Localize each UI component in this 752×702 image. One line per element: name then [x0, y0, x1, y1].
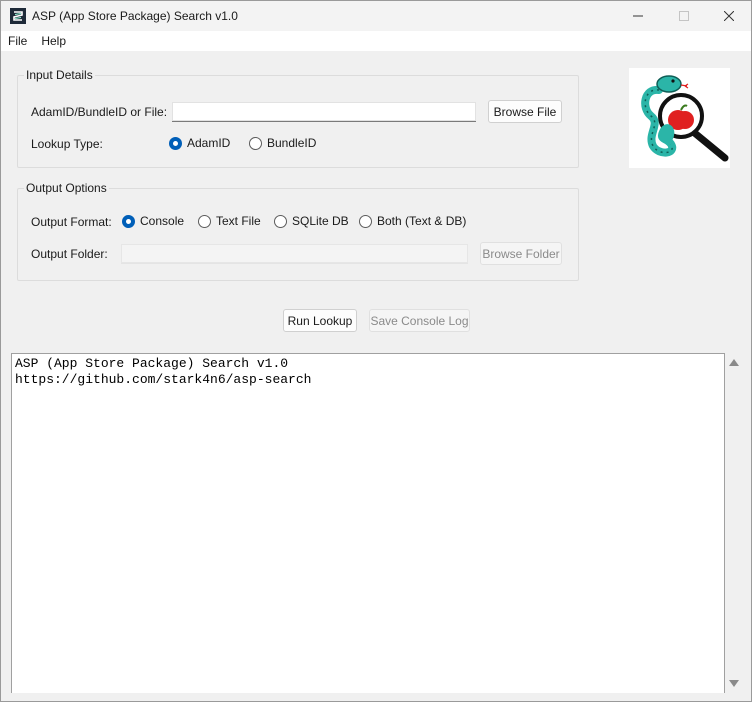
browse-file-button[interactable]: Browse File — [488, 100, 562, 123]
id-input[interactable] — [172, 102, 476, 122]
output-options-group: Output Options — [17, 181, 579, 281]
menu-file[interactable]: File — [1, 31, 34, 51]
radio-bundleid-label: BundleID — [267, 136, 317, 150]
radio-dot — [274, 214, 287, 228]
window-title: ASP (App Store Package) Search v1.0 — [32, 9, 238, 23]
output-folder-input[interactable] — [121, 244, 468, 264]
radio-dot — [249, 136, 262, 150]
lookup-type-label: Lookup Type: — [31, 137, 103, 151]
save-console-log-label: Save Console Log — [370, 313, 469, 328]
title-bar[interactable]: ASP (App Store Package) Search v1.0 — [1, 1, 751, 31]
radio-console-label: Console — [140, 214, 185, 228]
radio-adamid-label: AdamID — [187, 136, 231, 150]
scroll-up-arrow-icon[interactable] — [729, 357, 739, 367]
browse-folder-button[interactable]: Browse Folder — [480, 242, 562, 265]
radio-dot — [198, 214, 211, 228]
radio-sqlite-db[interactable]: SQLite DB — [274, 214, 349, 228]
run-lookup-button[interactable]: Run Lookup — [283, 309, 357, 332]
menu-help[interactable]: Help — [34, 31, 73, 51]
scroll-down-arrow-icon[interactable] — [729, 679, 739, 689]
browse-file-label: Browse File — [493, 104, 557, 119]
radio-dot — [122, 214, 135, 228]
radio-dot — [169, 136, 182, 150]
menu-bar: File Help — [1, 31, 751, 51]
id-label: AdamID/BundleID or File: — [31, 105, 168, 119]
output-options-title: Output Options — [24, 181, 109, 195]
radio-text-file[interactable]: Text File — [198, 214, 261, 228]
console-scrollbar[interactable] — [725, 353, 743, 693]
close-button[interactable] — [706, 1, 752, 31]
console-output[interactable]: ASP (App Store Package) Search v1.0 http… — [11, 353, 725, 693]
save-console-log-button[interactable]: Save Console Log — [369, 309, 470, 332]
logo — [629, 68, 730, 168]
radio-dot — [359, 214, 372, 228]
browse-folder-label: Browse Folder — [482, 246, 560, 261]
app-icon — [10, 8, 26, 24]
radio-both[interactable]: Both (Text & DB) — [359, 214, 466, 228]
radio-sqlite-db-label: SQLite DB — [292, 214, 349, 228]
radio-text-file-label: Text File — [216, 214, 261, 228]
close-icon — [724, 11, 734, 21]
radio-bundleid[interactable]: BundleID — [249, 136, 316, 150]
console-line: ASP (App Store Package) Search v1.0 — [15, 356, 289, 371]
maximize-button[interactable] — [661, 1, 707, 31]
output-folder-label: Output Folder: — [31, 247, 108, 261]
radio-both-label: Both (Text & DB) — [377, 214, 467, 228]
snake-apple-magnifier-logo-icon — [641, 75, 729, 162]
input-details-title: Input Details — [24, 68, 95, 82]
app-window: ASP (App Store Package) Search v1.0 File… — [0, 0, 752, 702]
radio-adamid[interactable]: AdamID — [169, 136, 230, 150]
maximize-icon — [679, 11, 689, 21]
console-line: https://github.com/stark4n6/asp-search — [15, 372, 312, 387]
output-format-label: Output Format: — [31, 215, 112, 229]
run-lookup-label: Run Lookup — [287, 313, 353, 328]
minimize-icon — [633, 15, 643, 17]
minimize-button[interactable] — [615, 1, 661, 31]
radio-console[interactable]: Console — [122, 214, 184, 228]
